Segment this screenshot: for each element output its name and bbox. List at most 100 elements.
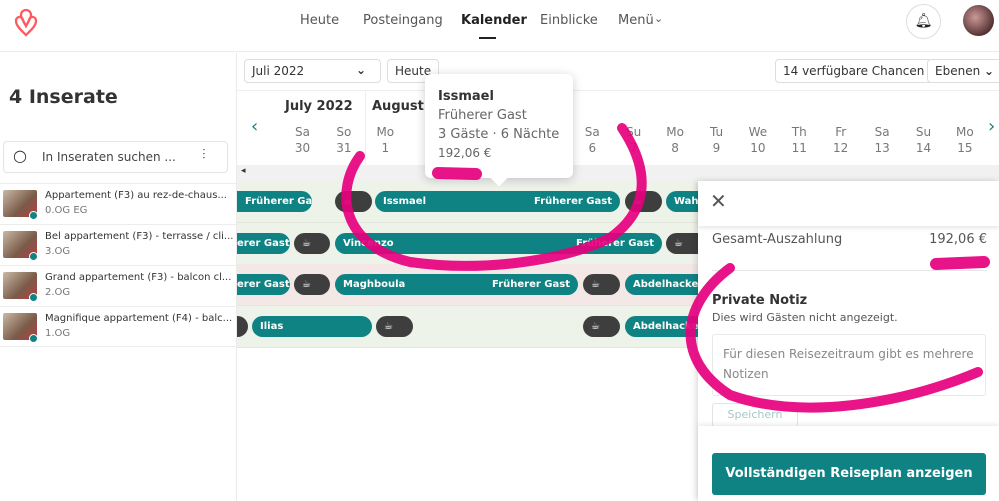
layers-select[interactable]: Ebenen ⌄ xyxy=(927,59,999,83)
status-dot xyxy=(29,293,38,302)
blocked-pill[interactable]: ☕︎ xyxy=(376,316,413,337)
reservation-bar[interactable]: Abdelhacke xyxy=(625,274,698,295)
chances-button[interactable]: 14 verfügbare Chancen xyxy=(775,59,933,83)
blocked-pill[interactable]: ☕︎ xyxy=(294,233,330,254)
guest-name: Issmael xyxy=(383,196,427,207)
divider xyxy=(712,270,987,271)
weekday-label: Su xyxy=(915,125,932,139)
guest-type: Früherer Gast xyxy=(492,279,570,290)
scroll-left-icon[interactable]: ◂ xyxy=(241,166,246,176)
tooltip-nights: 6 Nächte xyxy=(500,127,560,142)
listing-name: Bel appartement (F3) - terrasse / cli... xyxy=(45,231,234,242)
nav-heute[interactable]: Heute xyxy=(300,13,339,28)
weekday-label: Mo xyxy=(666,125,684,139)
notifications-bell-icon[interactable]: 🔔︎ xyxy=(906,4,941,39)
tooltip-stay: 3 Gäste · 6 Nächte xyxy=(438,127,560,142)
listings-sidebar: 4 Inserate ○ In Inseraten suchen ... ⫶ A… xyxy=(0,53,237,501)
listing-floor: 3.OG xyxy=(45,246,71,257)
day-header: Mo 1 xyxy=(365,124,406,156)
listing-name: Grand appartement (F3) - balcon cl... xyxy=(45,272,232,283)
day-header: Mo 15 xyxy=(944,124,985,156)
search-placeholder: In Inseraten suchen ... xyxy=(42,150,176,164)
reservation-bar[interactable]: Ilias xyxy=(252,316,372,337)
blocked-pill[interactable]: ☕︎ xyxy=(583,316,620,337)
weekday-label: Mo xyxy=(376,125,395,139)
avatar[interactable] xyxy=(963,5,994,36)
prev-arrow-icon[interactable]: ‹ xyxy=(251,116,258,137)
nav-posteingang[interactable]: Posteingang xyxy=(363,13,443,28)
listing-name: Magnifique appartement (F4) - balc... xyxy=(45,313,233,324)
reservation-bar[interactable]: erer Gast xyxy=(237,233,290,254)
blocked-pill[interactable]: ☕︎ xyxy=(335,191,372,212)
reservation-bar[interactable]: Wahi xyxy=(666,191,698,212)
day-number: 14 xyxy=(915,141,932,155)
weekday-label: Su xyxy=(626,125,642,139)
day-number: 9 xyxy=(712,141,721,155)
tooltip-guest-name: Issmael xyxy=(438,89,494,104)
blocked-pill[interactable]: ☕︎ xyxy=(583,274,620,295)
status-dot xyxy=(29,252,38,261)
nav-menu[interactable]: Menü xyxy=(618,13,654,28)
day-number: 8 xyxy=(671,141,679,155)
top-header: Heute Posteingang Kalender Einblicke Men… xyxy=(0,0,999,52)
day-number: 10 xyxy=(750,141,766,155)
save-button[interactable]: Speichern xyxy=(712,403,798,427)
private-note-textarea[interactable]: Für diesen Reisezeitraum gibt es mehrere… xyxy=(712,334,986,396)
reservation-bar[interactable]: Abdelhacke xyxy=(625,316,698,337)
blocked-pill[interactable]: ☕︎ xyxy=(666,233,698,254)
reservation-bar[interactable]: erer Gast xyxy=(237,274,290,295)
filter-sliders-icon[interactable]: ⫶ xyxy=(202,147,206,163)
day-number: 30 xyxy=(294,141,311,155)
chevron-down-icon: ⌄ xyxy=(984,64,995,78)
airbnb-logo-icon[interactable] xyxy=(12,8,40,38)
day-header: We 10 xyxy=(737,124,778,156)
reservation-bar-issmael[interactable]: Issmael Früherer Gast xyxy=(375,191,620,212)
panel-header: ✕ xyxy=(698,181,999,226)
listings-title: 4 Inserate xyxy=(9,86,118,108)
horizontal-scrollbar[interactable]: ◂ xyxy=(237,165,999,181)
blocked-pill[interactable]: ☕︎ xyxy=(625,191,662,212)
day-number: 7 xyxy=(629,141,638,155)
tooltip-price: 192,06 € xyxy=(438,146,492,160)
nav-einblicke[interactable]: Einblicke xyxy=(540,13,598,28)
guest-name: Vincenzo xyxy=(343,238,394,249)
listing-item[interactable]: Bel appartement (F3) - terrasse / cli...… xyxy=(0,224,237,265)
weekday-label: Th xyxy=(791,125,807,139)
next-arrow-icon[interactable]: › xyxy=(988,116,995,137)
search-icon: ○ xyxy=(13,146,27,165)
weekday-label: Sa xyxy=(295,125,310,139)
day-number: 12 xyxy=(833,141,849,155)
month-select[interactable]: Juli 2022 ⌄ xyxy=(244,59,381,83)
close-icon[interactable]: ✕ xyxy=(710,189,727,213)
nav-kalender[interactable]: Kalender xyxy=(461,13,527,39)
listing-name: Appartement (F3) au rez-de-chaus... xyxy=(45,190,227,201)
cup-icon: ☕︎ xyxy=(302,238,311,249)
note-title: Private Notiz xyxy=(712,293,808,308)
weekday-label: Tu xyxy=(709,125,724,139)
divider xyxy=(237,90,999,91)
day-header: So 31 xyxy=(323,124,364,156)
day-header: Sa 13 xyxy=(862,124,903,156)
reservation-bar[interactable]: Früherer Gast xyxy=(237,191,312,212)
day-header: Su 7 xyxy=(613,124,654,156)
listings-search-input[interactable]: ○ In Inseraten suchen ... ⫶ xyxy=(3,141,228,173)
day-header: Fr 12 xyxy=(820,124,861,156)
day-number: 13 xyxy=(874,141,890,155)
full-itinerary-button[interactable]: Vollständigen Reiseplan anzeigen xyxy=(712,453,986,495)
cup-icon: ☕︎ xyxy=(591,321,600,332)
reservation-bar-vincenzo[interactable]: Vincenzo Früherer Gast xyxy=(335,233,662,254)
chevron-down-icon: ⌄ xyxy=(355,63,366,77)
listing-item[interactable]: Grand appartement (F3) - balcon cl... 2.O… xyxy=(0,265,237,306)
day-header: Sa 6 xyxy=(572,124,613,156)
reservation-bar-maghboula[interactable]: Maghboula Früherer Gast xyxy=(335,274,578,295)
day-number: 15 xyxy=(957,141,973,155)
guest-type: Früherer Gast xyxy=(534,196,612,207)
day-number: 11 xyxy=(791,141,807,155)
listing-item[interactable]: Appartement (F3) au rez-de-chaus... 0.OG … xyxy=(0,183,237,224)
month-label-july: July 2022 xyxy=(285,99,353,114)
blocked-pill[interactable]: ☕︎ xyxy=(294,274,330,295)
status-dot xyxy=(29,334,38,343)
tooltip-guests: 3 Gäste xyxy=(438,127,489,142)
cup-icon: ☕︎ xyxy=(343,196,352,207)
listing-item[interactable]: Magnifique appartement (F4) - balc... 1.O… xyxy=(0,306,237,347)
